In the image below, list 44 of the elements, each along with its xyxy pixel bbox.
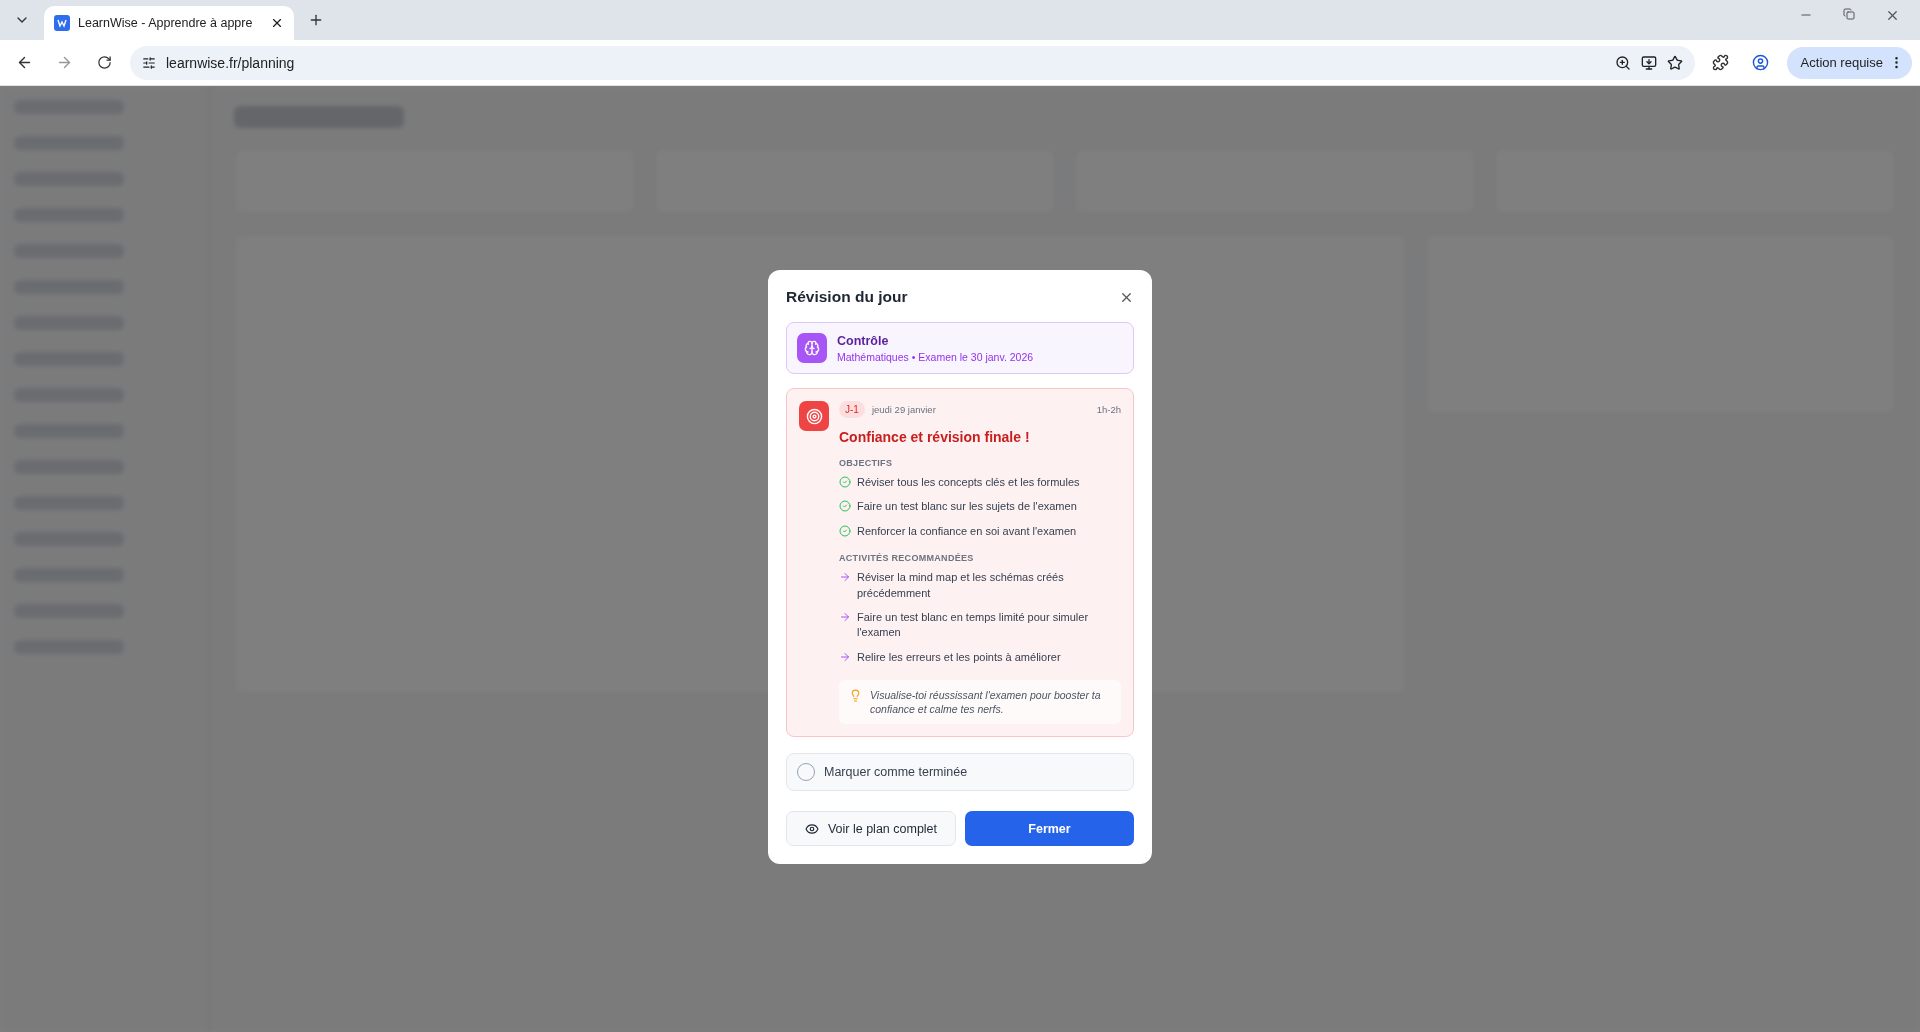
- objective-text: Réviser tous les concepts clés et les formules: [857, 475, 1080, 490]
- action-required-button[interactable]: Action requise: [1786, 46, 1912, 79]
- site-settings-icon[interactable]: [142, 55, 156, 70]
- activity-text: Faire un test blanc en temps limité pour simuler l'examen: [857, 609, 1090, 641]
- puzzle-icon: [1712, 54, 1730, 71]
- arrow-icon: [839, 650, 851, 663]
- tip-text: Visualise-toi réussissant l'examen pour booster ta confiance et calme tes nerfs.: [870, 688, 1102, 717]
- arrow-icon: [839, 571, 851, 584]
- activity-text: Réviser la mind map et les schémas créés précédemment: [857, 570, 1065, 601]
- objective-text: Renforcer la confiance en soi avant l'examen: [857, 523, 1077, 539]
- reload-icon: [96, 55, 112, 70]
- close-dialog-button[interactable]: Fermer: [965, 811, 1134, 847]
- view-plan-button[interactable]: Voir le plan complet: [786, 811, 956, 847]
- mark-complete-toggle[interactable]: Marquer comme terminée: [786, 753, 1134, 792]
- target-icon: [799, 401, 829, 431]
- install-icon[interactable]: [1640, 54, 1657, 71]
- activity-text: Relire les erreurs et les points à améliorer: [857, 649, 1061, 665]
- session-title: Confiance et révision finale !: [839, 429, 1031, 445]
- section-heading: ACTIVITÉS RECOMMANDÉES: [839, 553, 975, 564]
- mark-complete-label: Marquer comme terminée: [824, 765, 968, 780]
- browser-tab[interactable]: LearnWise - Apprendre à appre: [44, 6, 294, 40]
- address-bar[interactable]: learnwise.fr/planning: [130, 45, 1695, 80]
- bookmark-star-icon[interactable]: [1666, 54, 1683, 71]
- session-date: jeudi 29 janvier: [871, 404, 936, 415]
- check-circle-icon: [839, 500, 851, 513]
- check-circle-icon: [839, 476, 851, 488]
- brain-icon: [797, 333, 827, 363]
- check-circle-icon: [839, 524, 851, 537]
- profile-avatar-icon: [1752, 54, 1770, 71]
- zoom-icon[interactable]: [1614, 54, 1631, 71]
- dialog-title: Révision du jour: [786, 288, 908, 306]
- session-duration: 1h-2h: [1096, 404, 1121, 415]
- lightbulb-icon: [849, 689, 862, 703]
- day-badge: J-1: [839, 401, 865, 418]
- app-logo-icon: [54, 15, 70, 31]
- restore-icon[interactable]: [1843, 7, 1855, 20]
- exam-details: Mathématiques • Examen le 30 janv. 2026: [837, 350, 1035, 363]
- close-icon: [270, 16, 284, 30]
- section-heading: OBJECTIFS: [839, 458, 894, 468]
- plus-icon: [308, 12, 324, 28]
- objective-text: Faire un test blanc sur les sujets de l'examen: [857, 499, 1077, 515]
- eye-icon: [804, 821, 819, 836]
- arrow-icon: [839, 610, 851, 623]
- exam-name: Contrôle: [837, 333, 890, 348]
